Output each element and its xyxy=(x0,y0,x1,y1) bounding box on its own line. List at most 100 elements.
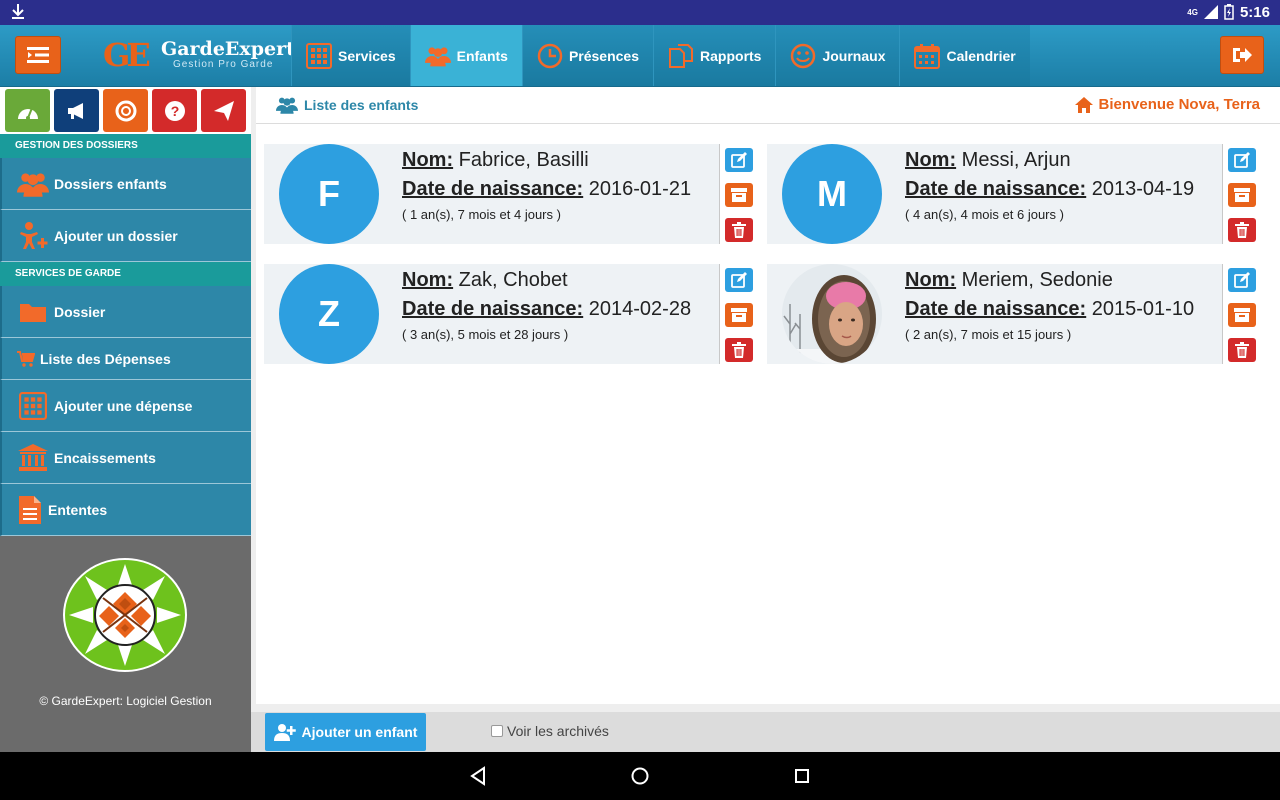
sidebar-item-label: Ententes xyxy=(48,501,108,518)
edit-button[interactable] xyxy=(1228,148,1256,172)
tab-services[interactable]: Services xyxy=(291,25,410,86)
card-actions xyxy=(1222,144,1260,244)
tab-label: Services xyxy=(338,47,396,64)
breadcrumb: Liste des enfants xyxy=(276,96,418,114)
paper-plane-icon xyxy=(213,100,234,121)
section-heading: GESTION DES DOSSIERS xyxy=(0,134,251,158)
sidebar-item-ajouter-dossier[interactable]: Ajouter un dossier xyxy=(0,210,251,262)
life-ring-icon xyxy=(115,100,136,121)
add-child-icon xyxy=(16,220,50,252)
sidebar-item-label: Ajouter un dossier xyxy=(54,227,178,244)
announcements-button[interactable] xyxy=(54,89,99,132)
clock: 5:16 xyxy=(1239,3,1270,21)
child-age: ( 4 an(s), 4 mois et 6 jours ) xyxy=(905,207,1064,222)
trash-icon xyxy=(732,342,746,358)
avatar-initial: F xyxy=(318,173,340,214)
delete-button[interactable] xyxy=(1228,338,1256,362)
child-card: F Nom: Fabrice, Basilli Date de naissanc… xyxy=(264,144,757,244)
menu-icon xyxy=(27,47,49,63)
archive-button[interactable] xyxy=(1228,183,1256,207)
welcome-text: Bienvenue Nova, Terra xyxy=(1098,96,1260,113)
tab-rapports[interactable]: Rapports xyxy=(653,25,776,86)
child-dob: 2016-01-21 xyxy=(588,178,692,200)
logout-button[interactable] xyxy=(1220,36,1264,74)
add-child-label: Ajouter un enfant xyxy=(301,724,418,740)
folder-icon xyxy=(16,296,50,328)
help-button[interactable]: ? xyxy=(152,89,197,132)
dob-label: Date de naissance: xyxy=(905,298,1087,320)
archives-checkbox[interactable] xyxy=(491,725,503,737)
edit-button[interactable] xyxy=(1228,268,1256,292)
delete-button[interactable] xyxy=(1228,218,1256,242)
child-card: Z Nom: Zak, Chobet Date de naissance: 20… xyxy=(264,264,757,364)
sidebar-item-ententes[interactable]: Ententes xyxy=(0,484,251,536)
tab-label: Calendrier xyxy=(946,47,1016,64)
calculator-icon xyxy=(16,390,50,422)
child-age: ( 3 an(s), 5 mois et 28 jours ) xyxy=(402,327,569,342)
name-label: Nom: xyxy=(905,269,957,291)
child-age: ( 2 an(s), 7 mois et 15 jours ) xyxy=(905,327,1072,342)
list-footer: Ajouter un enfant Voir les archivés xyxy=(251,712,1280,752)
breadcrumb-label: Liste des enfants xyxy=(304,97,419,113)
daycare-emblem-logo xyxy=(63,558,187,672)
users-icon xyxy=(424,43,451,69)
archive-icon xyxy=(1234,188,1250,202)
support-button[interactable] xyxy=(103,89,148,132)
sidebar-item-ajouter-depense[interactable]: Ajouter une dépense xyxy=(0,380,251,432)
sidebar-item-encaissements[interactable]: Encaissements xyxy=(0,432,251,484)
child-avatar: F xyxy=(279,144,379,244)
send-button[interactable] xyxy=(201,89,246,132)
sidebar-item-dossiers-enfants[interactable]: Dossiers enfants xyxy=(0,158,251,210)
edit-icon xyxy=(731,272,747,288)
recents-icon xyxy=(795,769,809,783)
tab-calendrier[interactable]: Calendrier xyxy=(899,25,1030,86)
app-header: GE GardeExpert Gestion Pro Garde Service… xyxy=(0,25,1280,87)
tab-enfants[interactable]: Enfants xyxy=(409,25,522,86)
users-icon xyxy=(276,97,298,114)
child-name: Meriem, Sedonie xyxy=(961,269,1113,291)
delete-button[interactable] xyxy=(725,338,753,362)
signal-icon xyxy=(1203,5,1218,19)
dob-label: Date de naissance: xyxy=(402,178,584,200)
tab-label: Rapports xyxy=(700,47,762,64)
document-icon xyxy=(16,494,44,526)
welcome-message: Bienvenue Nova, Terra xyxy=(1074,96,1260,113)
edit-icon xyxy=(731,152,747,168)
archive-button[interactable] xyxy=(725,183,753,207)
home-button[interactable] xyxy=(628,764,652,788)
recents-button[interactable] xyxy=(790,764,814,788)
battery-icon xyxy=(1224,4,1234,20)
child-info: Nom: Zak, Chobet Date de naissance: 2014… xyxy=(402,266,691,344)
tab-journaux[interactable]: Journaux xyxy=(775,25,900,86)
edit-icon xyxy=(1234,272,1250,288)
show-archives-toggle[interactable]: Voir les archivés xyxy=(491,723,609,739)
child-dob: 2015-01-10 xyxy=(1091,298,1195,320)
dashboard-button[interactable] xyxy=(5,89,50,132)
sidebar-item-liste-depenses[interactable]: Liste des Dépenses xyxy=(0,338,251,380)
child-dob: 2013-04-19 xyxy=(1091,178,1195,200)
menu-toggle-button[interactable] xyxy=(15,36,61,74)
edit-button[interactable] xyxy=(725,268,753,292)
system-navigation-bar xyxy=(0,752,1280,800)
user-plus-icon xyxy=(273,724,296,741)
archive-button[interactable] xyxy=(725,303,753,327)
archive-icon xyxy=(731,308,747,322)
add-child-button[interactable]: Ajouter un enfant xyxy=(265,713,426,751)
sidebar-item-label: Liste des Dépenses xyxy=(40,350,171,367)
home-circle-icon xyxy=(631,767,649,785)
tab-presences[interactable]: Présences xyxy=(521,25,654,86)
sidebar-item-dossier[interactable]: Dossier xyxy=(0,286,251,338)
smile-icon xyxy=(790,43,816,69)
app-logo: GE GardeExpert Gestion Pro Garde xyxy=(103,37,295,77)
trash-icon xyxy=(1235,222,1249,238)
users-icon xyxy=(16,168,50,200)
archives-label: Voir les archivés xyxy=(507,723,609,739)
archive-button[interactable] xyxy=(1228,303,1256,327)
dashboard-icon xyxy=(17,107,38,120)
child-card: M Nom: Messi, Arjun Date de naissance: 2… xyxy=(767,144,1260,244)
back-button[interactable] xyxy=(466,764,490,788)
card-actions xyxy=(1222,264,1260,364)
copyright-text: © GardeExpert: Logiciel Gestion xyxy=(39,694,212,708)
edit-button[interactable] xyxy=(725,148,753,172)
delete-button[interactable] xyxy=(725,218,753,242)
